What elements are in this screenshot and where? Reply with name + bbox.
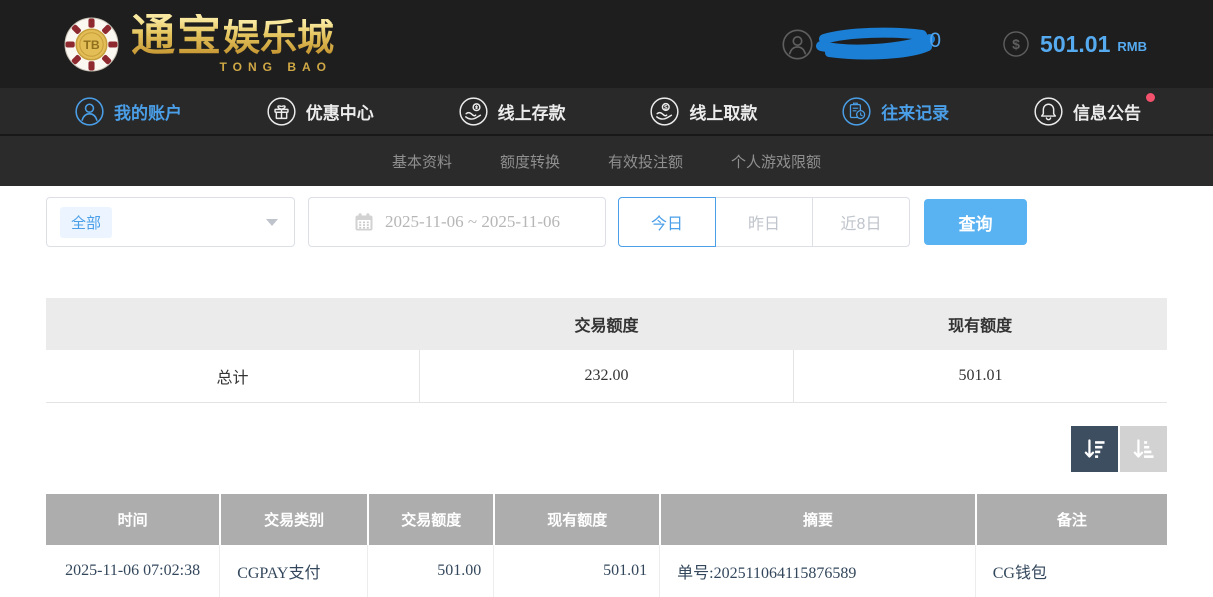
deposit-icon bbox=[458, 96, 489, 127]
scribble-strokes bbox=[816, 26, 940, 62]
sort-ascending-button[interactable] bbox=[1120, 426, 1167, 472]
range-button-last-8-days[interactable]: 近8日 bbox=[812, 197, 910, 247]
summary-balance-total: 501.01 bbox=[793, 350, 1167, 402]
content-area: 全部 2025-11-06 ~ 2025-11-06 今日 昨日 近8日 查询 bbox=[46, 197, 1167, 597]
records-icon bbox=[841, 96, 872, 127]
calendar-icon bbox=[354, 212, 374, 232]
svg-text:$: $ bbox=[1012, 36, 1020, 52]
summary-header-row: 交易额度 现有额度 bbox=[46, 298, 1167, 350]
username-display[interactable]: 0 bbox=[781, 26, 940, 62]
nav-item-deposit[interactable]: 线上存款 bbox=[458, 88, 566, 134]
balance-currency: RMB bbox=[1117, 34, 1147, 54]
summary-table: 交易额度 现有额度 总计 232.00 501.01 bbox=[46, 298, 1167, 403]
record-time: 2025-11-06 07:02:38 bbox=[46, 545, 219, 597]
subnav-item-game-limits[interactable]: 个人游戏限额 bbox=[731, 151, 821, 172]
main-nav: 我的账户 优惠中心 线上存款 $ 线上取款 bbox=[0, 88, 1213, 136]
header-right: 0 $ 501.01 RMB bbox=[781, 26, 1147, 62]
quick-range-group: 今日 昨日 近8日 bbox=[618, 197, 910, 247]
nav-item-withdraw[interactable]: $ 线上取款 bbox=[649, 88, 757, 134]
top-header: TB 通宝娱乐城 TONG BAO 0 bbox=[0, 0, 1213, 88]
subnav-item-valid-bets[interactable]: 有效投注额 bbox=[608, 151, 683, 172]
summary-total-row: 总计 232.00 501.01 bbox=[46, 350, 1167, 403]
transaction-type-dropdown[interactable]: 全部 bbox=[46, 197, 295, 247]
dollar-icon: $ bbox=[1002, 30, 1030, 58]
nav-item-announcements[interactable]: 信息公告 bbox=[1033, 88, 1141, 134]
record-type: CGPAY支付 bbox=[219, 545, 367, 597]
records-header-type: 交易类别 bbox=[219, 494, 367, 545]
poker-chip-icon: TB bbox=[63, 16, 120, 73]
subnav-item-basic-info[interactable]: 基本资料 bbox=[392, 151, 452, 172]
sort-descending-icon bbox=[1081, 436, 1108, 463]
summary-transaction-total: 232.00 bbox=[419, 350, 793, 402]
svg-text:TB: TB bbox=[83, 38, 99, 52]
redacted-username-scribble: 0 bbox=[816, 26, 940, 62]
summary-header-empty bbox=[46, 298, 420, 350]
range-button-today[interactable]: 今日 bbox=[618, 197, 716, 247]
svg-text:$: $ bbox=[664, 104, 668, 111]
brand-name-cn: 通宝娱乐城 bbox=[131, 14, 334, 58]
summary-total-label: 总计 bbox=[46, 350, 419, 402]
table-row: 2025-11-06 07:02:38 CGPAY支付 501.00 501.0… bbox=[46, 545, 1167, 597]
date-range-input[interactable]: 2025-11-06 ~ 2025-11-06 bbox=[308, 197, 606, 247]
summary-header-balance: 现有额度 bbox=[793, 298, 1167, 350]
records-header-note: 备注 bbox=[975, 494, 1167, 545]
user-icon bbox=[781, 28, 814, 61]
sort-controls bbox=[46, 426, 1167, 472]
nav-item-promotions[interactable]: 优惠中心 bbox=[266, 88, 374, 134]
brand-logo[interactable]: TB 通宝娱乐城 TONG BAO bbox=[63, 14, 334, 74]
sort-descending-button[interactable] bbox=[1071, 426, 1118, 472]
notification-badge-dot bbox=[1146, 93, 1155, 102]
records-header-summary: 摘要 bbox=[659, 494, 975, 545]
selected-type-tag: 全部 bbox=[60, 207, 112, 238]
gift-icon bbox=[266, 96, 297, 127]
subnav-item-credit-transfer[interactable]: 额度转换 bbox=[500, 151, 560, 172]
nav-item-my-account[interactable]: 我的账户 bbox=[74, 88, 182, 134]
record-note: CG钱包 bbox=[975, 545, 1167, 597]
balance-amount: 501.01 bbox=[1040, 31, 1110, 58]
nav-item-records[interactable]: 往来记录 bbox=[841, 88, 949, 134]
date-range-value: 2025-11-06 ~ 2025-11-06 bbox=[385, 212, 560, 232]
records-header-time: 时间 bbox=[46, 494, 219, 545]
username-visible-suffix: 0 bbox=[929, 29, 941, 53]
record-balance: 501.01 bbox=[493, 545, 659, 597]
records-header-balance: 现有额度 bbox=[493, 494, 659, 545]
bell-icon bbox=[1033, 96, 1064, 127]
chevron-down-icon bbox=[266, 219, 278, 226]
withdraw-icon: $ bbox=[649, 96, 680, 127]
range-button-yesterday[interactable]: 昨日 bbox=[715, 197, 813, 247]
summary-header-transaction: 交易额度 bbox=[420, 298, 794, 350]
records-header-amount: 交易额度 bbox=[367, 494, 493, 545]
sort-ascending-icon bbox=[1130, 436, 1157, 463]
balance-display[interactable]: $ 501.01 RMB bbox=[1002, 30, 1147, 58]
search-button[interactable]: 查询 bbox=[924, 199, 1027, 245]
user-icon bbox=[74, 96, 105, 127]
record-summary: 单号:202511064115876589 bbox=[659, 545, 975, 597]
brand-name-en: TONG BAO bbox=[220, 60, 332, 74]
record-amount: 501.00 bbox=[367, 545, 493, 597]
brand-text: 通宝娱乐城 TONG BAO bbox=[131, 14, 334, 74]
sub-nav: 基本资料 额度转换 有效投注额 个人游戏限额 bbox=[0, 136, 1213, 186]
filter-row: 全部 2025-11-06 ~ 2025-11-06 今日 昨日 近8日 查询 bbox=[46, 197, 1167, 247]
records-header-row: 时间 交易类别 交易额度 现有额度 摘要 备注 bbox=[46, 494, 1167, 545]
records-table: 时间 交易类别 交易额度 现有额度 摘要 备注 2025-11-06 07:02… bbox=[46, 494, 1167, 597]
